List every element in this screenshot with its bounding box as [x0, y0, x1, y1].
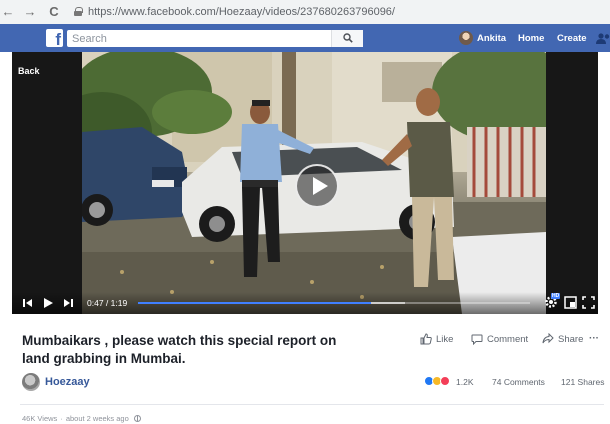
like-label: Like	[436, 333, 454, 345]
post-title: Mumbaikars , please watch this special r…	[22, 333, 337, 366]
share-arrow-icon	[542, 333, 554, 344]
video-player[interactable]: Back 0:47 / 1:19 HD	[12, 52, 598, 314]
user-avatar[interactable]	[459, 31, 473, 45]
views-count: 46K Views	[22, 414, 58, 423]
play-icon[interactable]	[42, 297, 54, 309]
facebook-logo[interactable]: f	[46, 29, 63, 47]
hd-badge: HD	[551, 293, 561, 299]
fullscreen-icon[interactable]	[582, 296, 595, 309]
friends-icon[interactable]	[596, 33, 610, 44]
globe-icon	[133, 415, 141, 422]
more-options-button[interactable]: ···	[589, 333, 599, 344]
shares-count[interactable]: 121 Shares	[561, 377, 604, 387]
search-icon	[343, 33, 353, 43]
thumbs-up-icon	[420, 333, 432, 345]
url-field[interactable]: https://www.facebook.com/Hoezaay/videos/…	[74, 3, 610, 20]
comment-button[interactable]: Comment	[471, 333, 528, 345]
page-info: Hoezaay	[22, 373, 90, 391]
comment-label: Comment	[487, 333, 529, 345]
page-name-link[interactable]: Hoezaay	[45, 376, 90, 388]
player-left-panel	[12, 52, 82, 314]
search-button[interactable]	[331, 30, 363, 47]
meta-separator: ·	[60, 414, 63, 423]
share-button[interactable]: Share	[542, 333, 583, 345]
player-right-panel	[546, 52, 598, 314]
reactions-count[interactable]: 1.2K	[456, 377, 474, 387]
pip-icon[interactable]	[564, 296, 577, 309]
lock-icon	[74, 7, 83, 16]
create-link[interactable]: Create	[557, 33, 587, 44]
home-link[interactable]: Home	[518, 33, 544, 44]
comments-count[interactable]: 74 Comments	[492, 377, 545, 387]
play-button[interactable]	[295, 164, 339, 208]
forward-arrow-icon[interactable]: →	[22, 0, 38, 24]
posted-time[interactable]: about 2 weeks ago	[66, 414, 129, 423]
page-avatar[interactable]	[22, 373, 40, 391]
browser-address-bar: ← → C https://www.facebook.com/Hoezaay/v…	[0, 0, 610, 24]
player-controls: 0:47 / 1:19 HD	[12, 292, 598, 314]
post-meta: 46K Views · about 2 weeks ago	[22, 414, 141, 423]
share-label: Share	[558, 333, 584, 345]
skip-back-icon[interactable]	[22, 297, 34, 309]
reactions-summary[interactable]	[424, 376, 450, 386]
love-reaction-icon	[440, 376, 450, 386]
progress-bar[interactable]	[138, 302, 530, 304]
progress-fill	[138, 302, 372, 304]
reload-icon[interactable]: C	[46, 0, 62, 24]
comment-bubble-icon	[471, 334, 483, 345]
time-display: 0:47 / 1:19	[87, 298, 128, 308]
back-arrow-icon[interactable]: ←	[0, 0, 16, 24]
search-input[interactable]	[67, 30, 363, 47]
url-text: https://www.facebook.com/Hoezaay/videos/…	[88, 5, 395, 18]
facebook-header: f Ankita Home Create	[0, 24, 610, 52]
video-frame[interactable]	[82, 52, 546, 314]
back-link[interactable]: Back	[18, 66, 40, 76]
divider	[20, 404, 604, 405]
profile-link[interactable]: Ankita	[477, 33, 506, 44]
skip-forward-icon[interactable]	[62, 297, 74, 309]
like-button[interactable]: Like	[420, 333, 453, 345]
